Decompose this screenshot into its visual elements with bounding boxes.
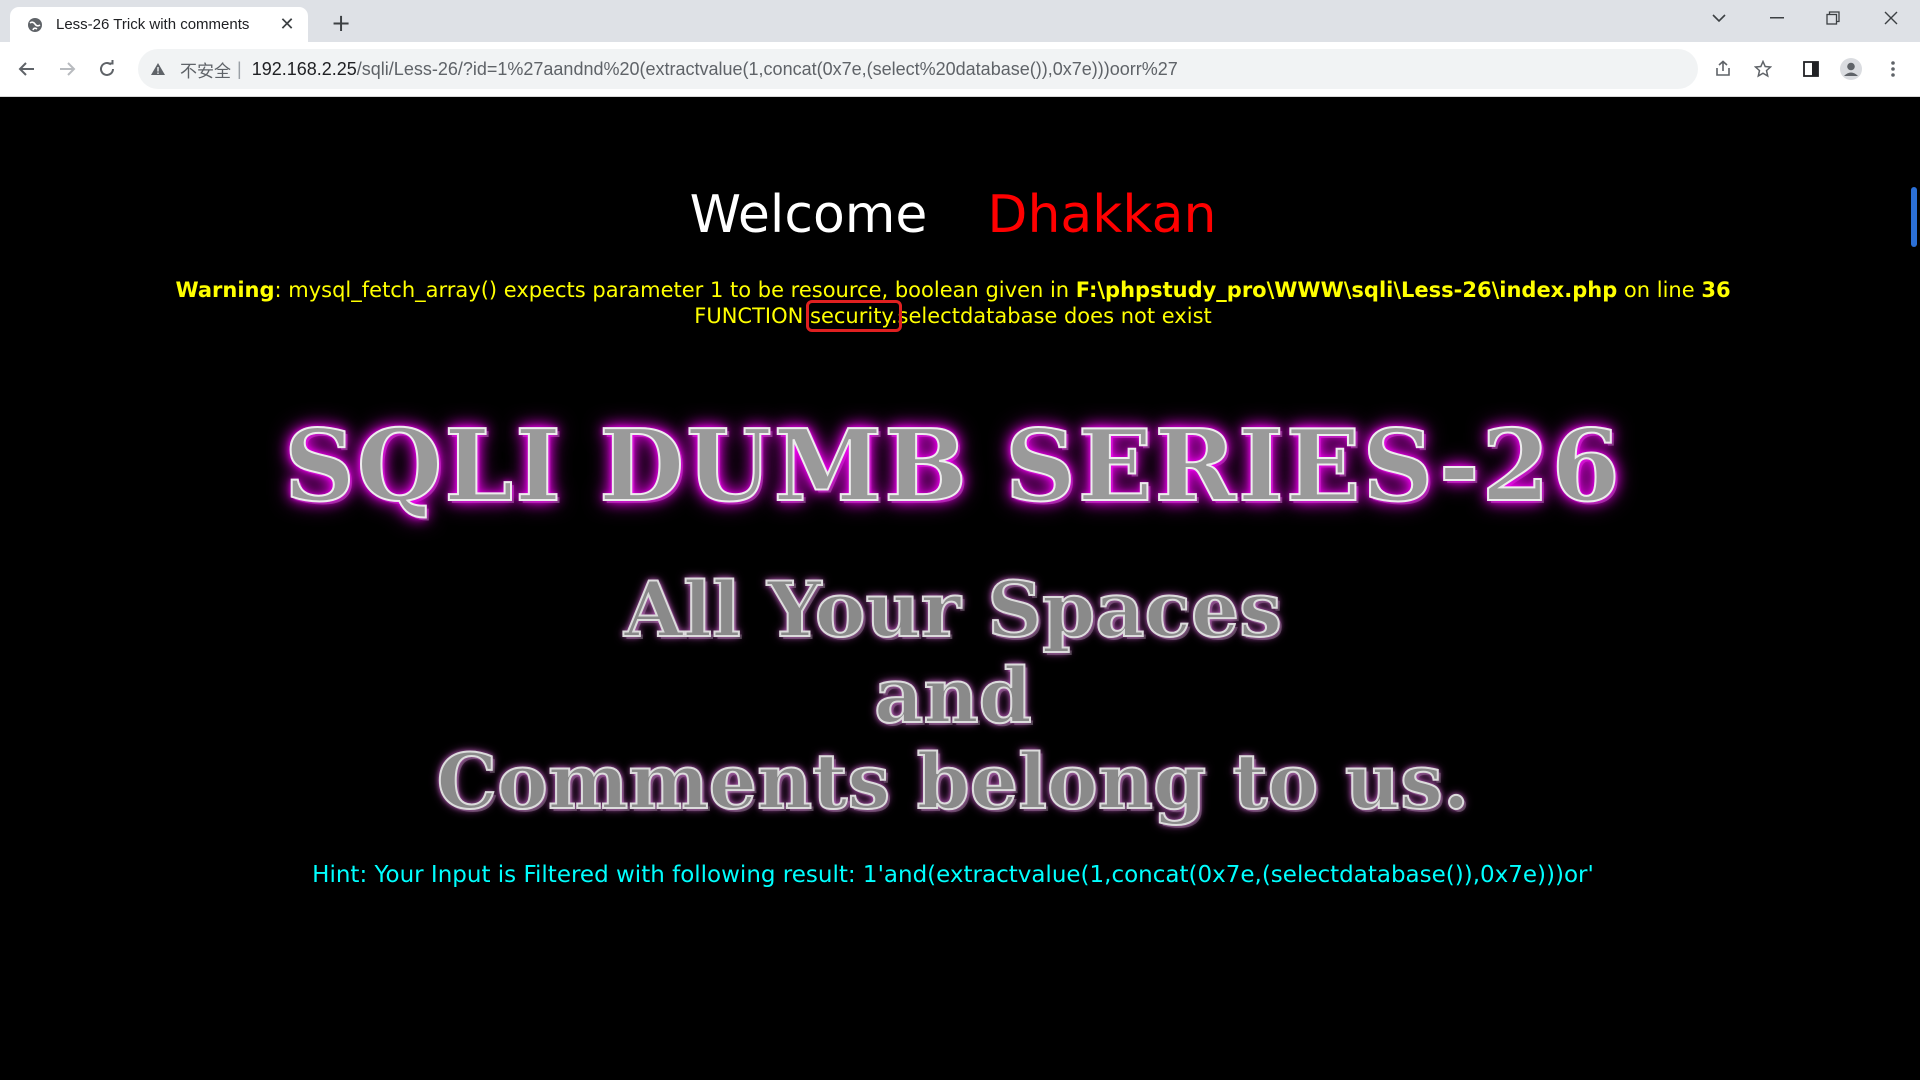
url-text[interactable]: 192.168.2.25/sqli/Less-26/?id=1%27aandnd… [252,59,1178,80]
warning-on-line: on line [1617,278,1702,302]
warning-triangle-icon[interactable] [150,62,168,76]
warning-message: : mysql_fetch_array() expects parameter … [274,278,1076,302]
series-title: SQLI DUMB SERIES-26 [283,408,1622,525]
welcome-text: Welcome [689,185,928,245]
close-tab-icon[interactable]: ✕ [276,14,298,36]
minimize-button[interactable] [1752,0,1802,36]
url-host: 192.168.2.25 [251,58,357,79]
tagline-line-3: Comments belong to us. [436,737,1471,826]
bookmark-star-icon[interactable] [1748,54,1778,84]
url-path: /sqli/Less-26/?id=1%27aandnd%20(extractv… [356,58,1178,79]
browser-toolbar: 不安全 | 192.168.2.25/sqli/Less-26/?id=1%27… [0,42,1920,97]
side-panel-icon[interactable] [1796,54,1826,84]
tagline-line-2: and [873,651,1033,740]
welcome-heading: Welcome Dhakkan [0,185,1906,245]
tab-title: Less-26 Trick with comments [56,16,250,33]
separator: | [237,58,242,79]
tagline: All Your Spaces and Comments belong to u… [0,565,1906,826]
tab-strip: Less-26 Trick with comments ✕ + [0,0,1920,42]
php-warning: Warning: mysql_fetch_array() expects par… [0,277,1906,332]
warning-line-number: 36 [1701,278,1731,302]
tagline-line-1: All Your Spaces [623,565,1283,654]
highlighted-database-name: security. [806,300,902,332]
new-tab-button[interactable]: + [326,8,356,38]
forward-button[interactable] [52,54,82,84]
warning-file: F:\phpstudy_pro\WWW\sqli\Less-26\index.p… [1075,278,1618,302]
share-icon[interactable] [1708,54,1738,84]
warning-label: Warning [175,278,275,302]
profile-avatar-icon[interactable] [1836,54,1866,84]
insecure-label[interactable]: 不安全 [180,57,231,82]
vertical-scrollbar[interactable] [1906,97,1920,1080]
page-content: Welcome Dhakkan Warning: mysql_fetch_arr… [0,97,1906,1080]
close-window-button[interactable] [1866,0,1916,36]
error-line-2: FUNCTION security.selectdatabase does no… [0,300,1906,332]
filter-hint: Hint: Your Input is Filtered with follow… [312,862,1594,888]
warning-line-1: Warning: mysql_fetch_array() expects par… [0,277,1906,303]
menu-kebab-icon[interactable] [1878,54,1908,84]
address-bar[interactable]: 不安全 | 192.168.2.25/sqli/Less-26/?id=1%27… [138,49,1698,89]
browser-tab[interactable]: Less-26 Trick with comments ✕ [10,7,308,42]
welcome-name: Dhakkan [987,185,1217,245]
restore-button[interactable] [1808,0,1858,36]
globe-icon [26,16,44,34]
reload-button[interactable] [92,54,122,84]
function-prefix: FUNCTION [694,304,811,328]
function-suffix: selectdatabase does not exist [897,304,1212,328]
scrollbar-thumb[interactable] [1911,187,1917,247]
tab-search-icon[interactable] [1694,0,1744,36]
back-button[interactable] [12,54,42,84]
